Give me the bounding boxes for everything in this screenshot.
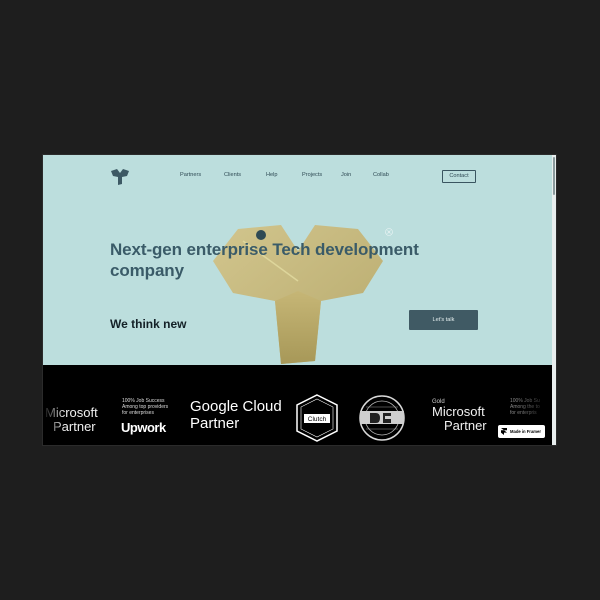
hero-headline: Next-gen enterprise Tech development com… xyxy=(110,240,419,280)
google-cloud-line2: Partner xyxy=(190,415,240,432)
upwork-text-line: for enterprises xyxy=(122,410,154,416)
clutch-badge-icon: Clutch xyxy=(296,394,338,442)
clutch-label: Clutch xyxy=(308,416,327,423)
google-cloud-partner-logo: Google Cloud Partner xyxy=(190,398,282,432)
close-icon[interactable] xyxy=(385,228,393,236)
nav-item-partners[interactable]: Partners xyxy=(180,172,201,178)
microsoft-right-line2: Partner xyxy=(444,418,487,433)
contact-button[interactable]: Contact xyxy=(442,170,476,183)
made-in-framer-badge[interactable]: Made in Framer xyxy=(498,425,545,438)
framer-icon xyxy=(501,428,507,435)
nav-item-collab[interactable]: Collab xyxy=(373,172,389,178)
browser-viewport: Partners Clients Help Projects Join Coll… xyxy=(43,155,556,445)
scrollbar-thumb[interactable] xyxy=(553,157,555,195)
framer-badge-label: Made in Framer xyxy=(510,429,541,434)
partners-strip: Microsoft Partner 100% Job Success Among… xyxy=(43,365,556,445)
dqs-certification-badge-icon xyxy=(359,395,405,441)
scrollbar-track[interactable] xyxy=(552,155,556,445)
upwork-job-success-text: 100% Job Success Among top providers for… xyxy=(122,398,168,416)
nav-item-clients[interactable]: Clients xyxy=(224,172,241,178)
lets-talk-button[interactable]: Let's talk xyxy=(409,310,478,330)
main-nav: Partners Clients Help Projects Join Coll… xyxy=(43,172,556,184)
nav-item-help[interactable]: Help xyxy=(266,172,278,178)
hero-section: Partners Clients Help Projects Join Coll… xyxy=(43,155,556,365)
microsoft-gold-partner-logo: Gold Microsoft Partner xyxy=(432,399,487,433)
upwork-logo: Upwork xyxy=(121,420,166,435)
hero-tagline: We think new xyxy=(110,317,187,331)
strip-fade-left xyxy=(43,365,65,445)
nav-item-join[interactable]: Join xyxy=(341,172,351,178)
google-cloud-line1: Google Cloud xyxy=(190,398,282,415)
nav-item-projects[interactable]: Projects xyxy=(302,172,322,178)
microsoft-right-line1: Microsoft xyxy=(432,404,485,419)
